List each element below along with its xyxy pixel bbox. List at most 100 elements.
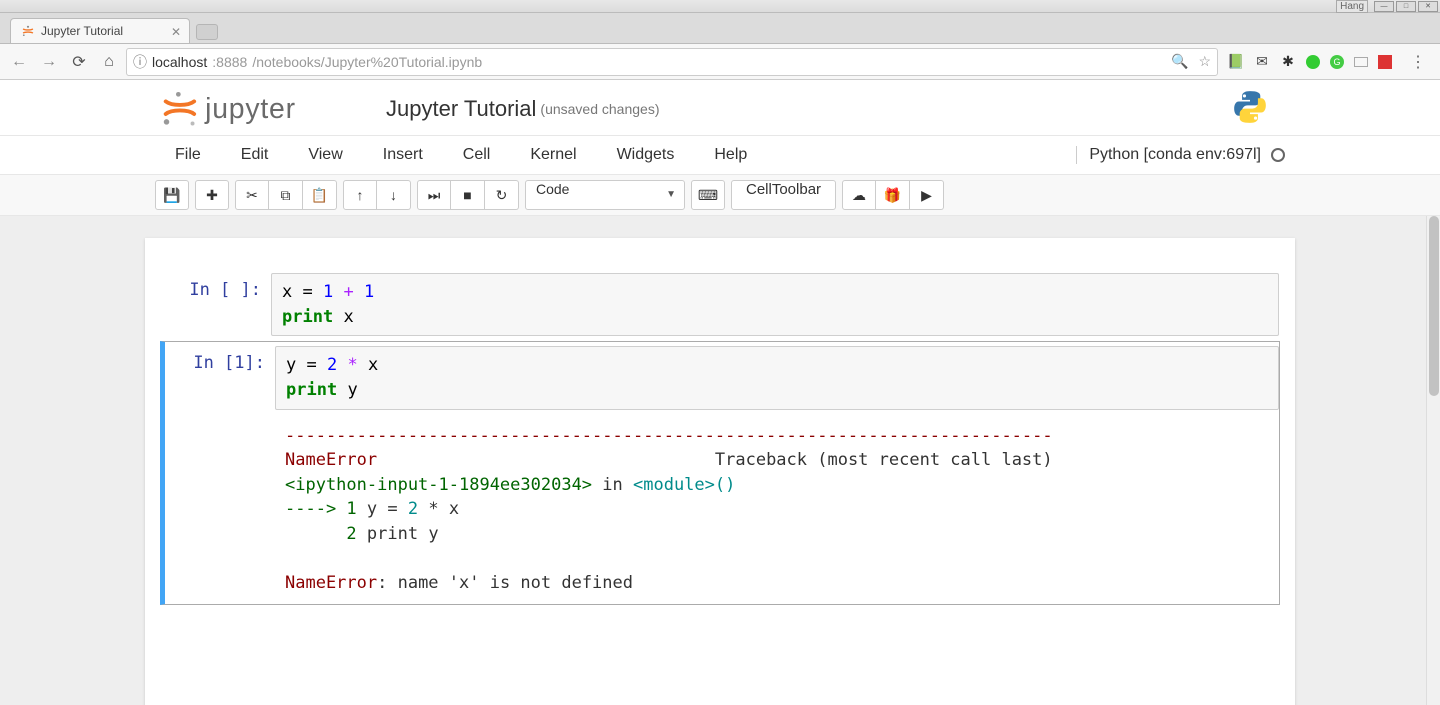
window-maximize-button[interactable]: □ — [1396, 1, 1416, 12]
cloud-upload-icon: ☁ — [852, 187, 866, 204]
code-cell[interactable]: In [ ]: x = 1 + 1 print x — [160, 268, 1280, 341]
os-titlebar: Hang — □ ✕ — [0, 0, 1440, 13]
home-button[interactable]: ⌂ — [96, 49, 122, 75]
code-token: + — [344, 282, 354, 302]
menu-help[interactable]: Help — [694, 140, 767, 170]
video-button[interactable]: ▶ — [910, 180, 944, 210]
jupyter-favicon-icon — [21, 24, 35, 38]
input-prompt: In [ ]: — [161, 273, 271, 336]
code-token: = — [303, 282, 313, 302]
browser-tab-title: Jupyter Tutorial — [41, 24, 123, 38]
code-token: x — [343, 307, 353, 327]
cell-type-value: Code — [536, 181, 569, 197]
jupyter-logo[interactable]: jupyter — [161, 86, 366, 131]
traceback-source: * x — [418, 499, 459, 519]
code-input[interactable]: x = 1 + 1 print x — [271, 273, 1279, 336]
traceback-error-msg: : name 'x' is not defined — [377, 573, 633, 593]
move-cell-down-button[interactable]: ↓ — [377, 180, 411, 210]
bookmark-icon[interactable]: ☆ — [1198, 53, 1211, 70]
cut-cell-button[interactable]: ✂ — [235, 180, 269, 210]
paste-cell-button[interactable]: 📋 — [303, 180, 337, 210]
reload-button[interactable]: ⟳ — [66, 49, 92, 75]
forward-button[interactable]: → — [36, 49, 62, 75]
gift-button[interactable]: 🎁 — [876, 180, 910, 210]
celltoolbar-button[interactable]: CellToolbar — [731, 180, 836, 210]
scrollbar-thumb[interactable] — [1429, 216, 1439, 396]
back-button[interactable]: ← — [6, 49, 32, 75]
arrow-down-icon: ↓ — [390, 187, 397, 203]
upload-button[interactable]: ☁ — [842, 180, 876, 210]
notebook-title[interactable]: Jupyter Tutorial — [386, 96, 536, 122]
input-prompt: In [1]: — [165, 346, 275, 600]
code-input[interactable]: y = 2 * x print y — [275, 346, 1279, 409]
traceback-text: () — [715, 475, 735, 495]
menu-widgets[interactable]: Widgets — [597, 140, 695, 170]
notebook: In [ ]: x = 1 + 1 print x In [1]: y = 2 … — [145, 238, 1295, 705]
new-tab-button[interactable] — [196, 24, 218, 40]
stop-icon: ■ — [463, 187, 471, 203]
address-bar[interactable]: ⓘ localhost:8888/notebooks/Jupyter%20Tut… — [126, 48, 1218, 76]
site-info-icon[interactable]: ⓘ — [133, 52, 147, 72]
url-host: localhost — [152, 54, 207, 70]
video-icon: ▶ — [921, 187, 932, 204]
browser-menu-button[interactable]: ⋮ — [1402, 52, 1434, 72]
restart-kernel-button[interactable]: ↻ — [485, 180, 519, 210]
browser-tab[interactable]: Jupyter Tutorial ✕ — [10, 18, 190, 43]
code-cell[interactable]: In [1]: y = 2 * x print y --------------… — [160, 341, 1280, 605]
menu-file[interactable]: File — [155, 140, 221, 170]
code-token: * — [348, 355, 358, 375]
menu-edit[interactable]: Edit — [221, 140, 289, 170]
code-token: 1 — [323, 282, 333, 302]
extension-icon[interactable] — [1306, 55, 1320, 69]
extension-icons: 📗 ✉ ✱ G — [1222, 54, 1398, 70]
traceback-lineno: 2 — [285, 524, 357, 544]
traceback-source: y = — [357, 499, 408, 519]
browser-toolbar: ← → ⟳ ⌂ ⓘ localhost:8888/notebooks/Jupyt… — [0, 44, 1440, 80]
extension-icon[interactable]: ✉ — [1254, 54, 1270, 70]
autosave-status: (unsaved changes) — [540, 101, 659, 117]
cut-icon: ✂ — [246, 187, 258, 204]
interrupt-kernel-button[interactable]: ■ — [451, 180, 485, 210]
extension-icon[interactable]: G — [1330, 55, 1344, 69]
extension-icon[interactable] — [1378, 55, 1392, 69]
code-token: print — [282, 307, 333, 327]
traceback-input-ref: <ipython-input-1-1894ee302034> — [285, 475, 592, 495]
cell-type-select[interactable]: Code — [525, 180, 685, 210]
insert-cell-below-button[interactable]: ✚ — [195, 180, 229, 210]
extension-icon[interactable] — [1354, 57, 1368, 67]
url-path: /notebooks/Jupyter%20Tutorial.ipynb — [252, 54, 482, 70]
traceback-arrow: ----> — [285, 499, 346, 519]
notebook-header: jupyter Jupyter Tutorial (unsaved change… — [145, 80, 1295, 135]
code-token: = — [307, 355, 317, 375]
save-button[interactable]: 💾 — [155, 180, 189, 210]
zoom-icon[interactable]: 🔍 — [1171, 53, 1188, 70]
run-icon: ⏭ — [428, 187, 441, 204]
os-user-label: Hang — [1336, 0, 1368, 13]
run-cell-button[interactable]: ⏭ — [417, 180, 451, 210]
traceback-source: 2 — [408, 499, 418, 519]
copy-cell-button[interactable]: ⧉ — [269, 180, 303, 210]
extension-icon[interactable]: 📗 — [1228, 54, 1244, 70]
gift-icon: 🎁 — [884, 187, 901, 204]
extension-icon[interactable]: ✱ — [1280, 54, 1296, 70]
menu-cell[interactable]: Cell — [443, 140, 511, 170]
menubar: File Edit View Insert Cell Kernel Widget… — [145, 136, 1295, 174]
menu-kernel[interactable]: Kernel — [510, 140, 596, 170]
window-minimize-button[interactable]: — — [1374, 1, 1394, 12]
command-palette-button[interactable]: ⌨ — [691, 180, 725, 210]
window-close-button[interactable]: ✕ — [1418, 1, 1438, 12]
menu-insert[interactable]: Insert — [363, 140, 443, 170]
page-viewport: jupyter Jupyter Tutorial (unsaved change… — [0, 80, 1440, 705]
code-token: 1 — [364, 282, 374, 302]
vertical-scrollbar[interactable] — [1426, 216, 1440, 705]
notebook-scroll-area[interactable]: In [ ]: x = 1 + 1 print x In [1]: y = 2 … — [0, 216, 1440, 705]
tab-close-icon[interactable]: ✕ — [171, 25, 181, 39]
browser-tabstrip: Jupyter Tutorial ✕ — [0, 13, 1440, 44]
arrow-up-icon: ↑ — [357, 187, 364, 203]
menu-view[interactable]: View — [288, 140, 362, 170]
move-cell-up-button[interactable]: ↑ — [343, 180, 377, 210]
save-icon: 💾 — [163, 187, 180, 204]
code-token: y — [286, 355, 296, 375]
traceback-source: print y — [357, 524, 439, 544]
traceback-module: <module> — [633, 475, 715, 495]
